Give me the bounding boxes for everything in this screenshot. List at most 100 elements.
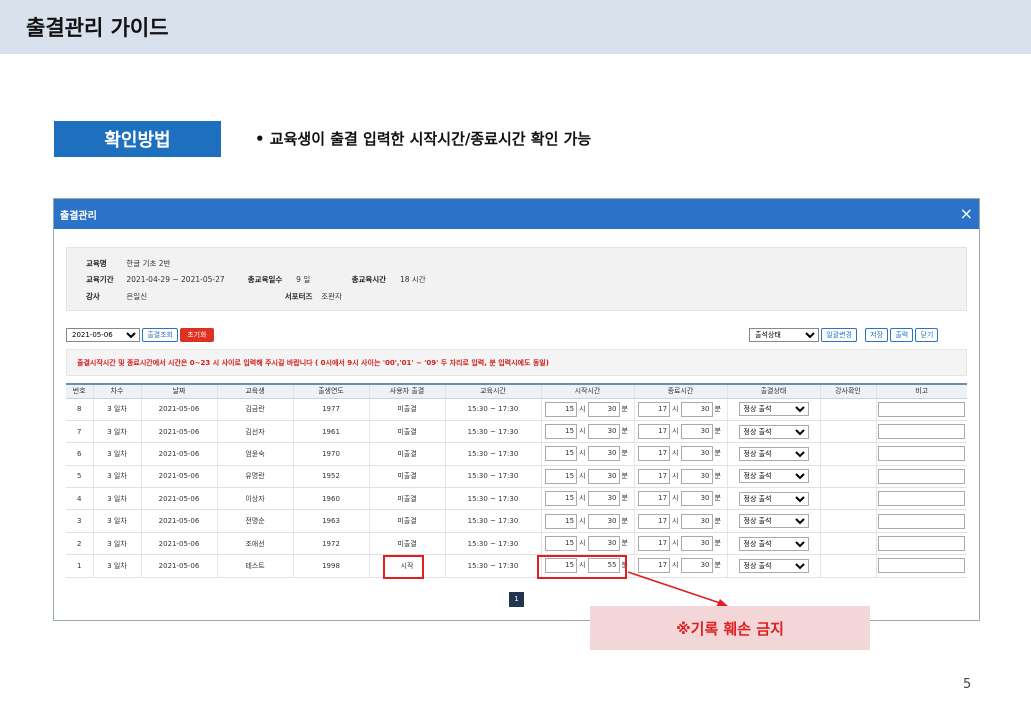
callout-warning: ※기록 훼손 금지: [590, 606, 870, 650]
end-minute-input[interactable]: 30: [680, 401, 713, 417]
row-round: 3 일차: [92, 487, 141, 511]
row-user-attendance: 미출결: [368, 442, 445, 466]
start-minute-input[interactable]: 30: [587, 513, 620, 529]
status-select-row[interactable]: 정상 출석: [738, 424, 809, 439]
start-hour-input[interactable]: 15: [545, 401, 578, 417]
note-input[interactable]: [878, 468, 966, 484]
row-note: [875, 509, 967, 533]
status-select-row[interactable]: 정상 출석: [738, 402, 809, 417]
row-status: 정상 출석: [726, 509, 820, 533]
end-hour-input[interactable]: 17: [638, 536, 671, 552]
period-value: 2021-04-29 ~ 2021-05-27: [126, 275, 225, 284]
end-minute-input[interactable]: 30: [680, 513, 713, 529]
row-round: 3 일차: [92, 554, 141, 578]
end-minute-input[interactable]: 30: [680, 536, 713, 552]
row-end-time: 17 시 30 분: [633, 420, 727, 444]
end-minute-input[interactable]: 30: [680, 558, 713, 574]
end-hour-input[interactable]: 17: [638, 468, 671, 484]
start-minute-input[interactable]: 30: [587, 491, 620, 507]
note-input[interactable]: [878, 491, 966, 507]
minute-unit: 분: [621, 404, 628, 413]
row-date: 2021-05-06: [140, 554, 217, 578]
row-note: [875, 420, 967, 444]
row-note: [875, 532, 967, 556]
row-end-time: 17 시 30 분: [633, 554, 727, 578]
hour-unit: 시: [579, 427, 586, 436]
note-input[interactable]: [878, 513, 966, 529]
close-button[interactable]: 닫기: [915, 328, 939, 342]
end-minute-input[interactable]: 30: [680, 424, 713, 440]
start-hour-input[interactable]: 15: [545, 491, 578, 507]
note-input[interactable]: [878, 558, 966, 574]
start-hour-input[interactable]: 15: [545, 424, 578, 440]
row-no: 3: [66, 509, 93, 533]
row-end-time: 17 시 30 분: [633, 509, 727, 533]
start-hour-input[interactable]: 15: [545, 513, 578, 529]
col-end-time: 종료시간: [633, 383, 727, 399]
row-note: [875, 442, 967, 466]
start-minute-input[interactable]: 30: [587, 401, 620, 417]
row-no: 7: [66, 420, 93, 444]
note-input[interactable]: [878, 401, 966, 417]
close-icon[interactable]: ×: [960, 206, 973, 222]
row-teacher-check: [819, 465, 876, 489]
note-input[interactable]: [878, 446, 966, 462]
col-status: 출결상태: [726, 383, 820, 399]
end-minute-input[interactable]: 30: [680, 491, 713, 507]
end-hour-input[interactable]: 17: [638, 424, 671, 440]
status-select-row[interactable]: 정상 출석: [738, 514, 809, 529]
row-student: 김금란: [216, 398, 293, 421]
status-select[interactable]: 출석상태: [749, 328, 819, 342]
start-minute-input[interactable]: 30: [587, 446, 620, 462]
table-row: 73 일차 2021-05-06 김선자 1961 미출결 15:30 ~ 17:30 15…: [66, 420, 967, 444]
date-select[interactable]: 2021-05-06: [66, 328, 140, 342]
page-1-button[interactable]: 1: [509, 592, 524, 607]
save-button[interactable]: 저장: [865, 328, 889, 342]
col-note: 비고: [875, 383, 967, 399]
col-user-attendance: 사용자 출결: [368, 383, 445, 399]
minute-unit: 분: [714, 404, 721, 413]
start-hour-input[interactable]: 15: [545, 446, 578, 462]
hour-unit: 시: [672, 427, 679, 436]
note-input[interactable]: [878, 536, 966, 552]
row-round: 3 일차: [92, 442, 141, 466]
end-minute-input[interactable]: 30: [680, 446, 713, 462]
start-minute-input[interactable]: 30: [587, 536, 620, 552]
page-number: 5: [963, 677, 972, 692]
minute-unit: 분: [621, 494, 628, 503]
start-minute-input[interactable]: 30: [587, 468, 620, 484]
end-minute-input[interactable]: 30: [680, 468, 713, 484]
bulk-change-button[interactable]: 일괄변경: [821, 328, 857, 342]
start-minute-input[interactable]: 30: [587, 424, 620, 440]
slide-title: 출결관리 가이드: [26, 16, 169, 40]
end-hour-input[interactable]: 17: [638, 491, 671, 507]
hour-unit: 시: [579, 494, 586, 503]
row-teacher-check: [819, 509, 876, 533]
print-button[interactable]: 출력: [890, 328, 914, 342]
minute-unit: 분: [621, 539, 628, 548]
row-no: 6: [66, 442, 93, 466]
reset-button[interactable]: 초기화: [180, 328, 214, 342]
end-hour-input[interactable]: 17: [638, 446, 671, 462]
method-label: 확인방법: [54, 121, 221, 157]
hour-unit: 시: [672, 539, 679, 548]
status-select-row[interactable]: 정상 출석: [738, 446, 809, 461]
end-hour-input[interactable]: 17: [638, 401, 671, 417]
hour-unit: 시: [579, 449, 586, 458]
hour-unit: 시: [579, 516, 586, 525]
start-hour-input[interactable]: 15: [545, 536, 578, 552]
days-label: 총교육일수: [247, 275, 283, 284]
status-select-row[interactable]: 정상 출석: [738, 558, 809, 573]
status-select-row[interactable]: 정상 출석: [738, 469, 809, 484]
minute-unit: 분: [714, 427, 721, 436]
search-attendance-button[interactable]: 출결조회: [142, 328, 178, 342]
table-header-row: 번호 차수 날짜 교육생 출생연도 사용자 출결 교육시간 시작시간 종료시간 …: [66, 383, 967, 399]
status-select-row[interactable]: 정상 출석: [738, 536, 809, 551]
note-input[interactable]: [878, 424, 966, 440]
status-select-row[interactable]: 정상 출석: [738, 491, 809, 506]
table-row: 33 일차 2021-05-06 전명순 1963 미출결 15:30 ~ 17:30 15…: [66, 509, 967, 533]
row-birth-year: 1977: [292, 398, 369, 421]
start-hour-input[interactable]: 15: [545, 468, 578, 484]
end-hour-input[interactable]: 17: [638, 558, 671, 574]
end-hour-input[interactable]: 17: [638, 513, 671, 529]
